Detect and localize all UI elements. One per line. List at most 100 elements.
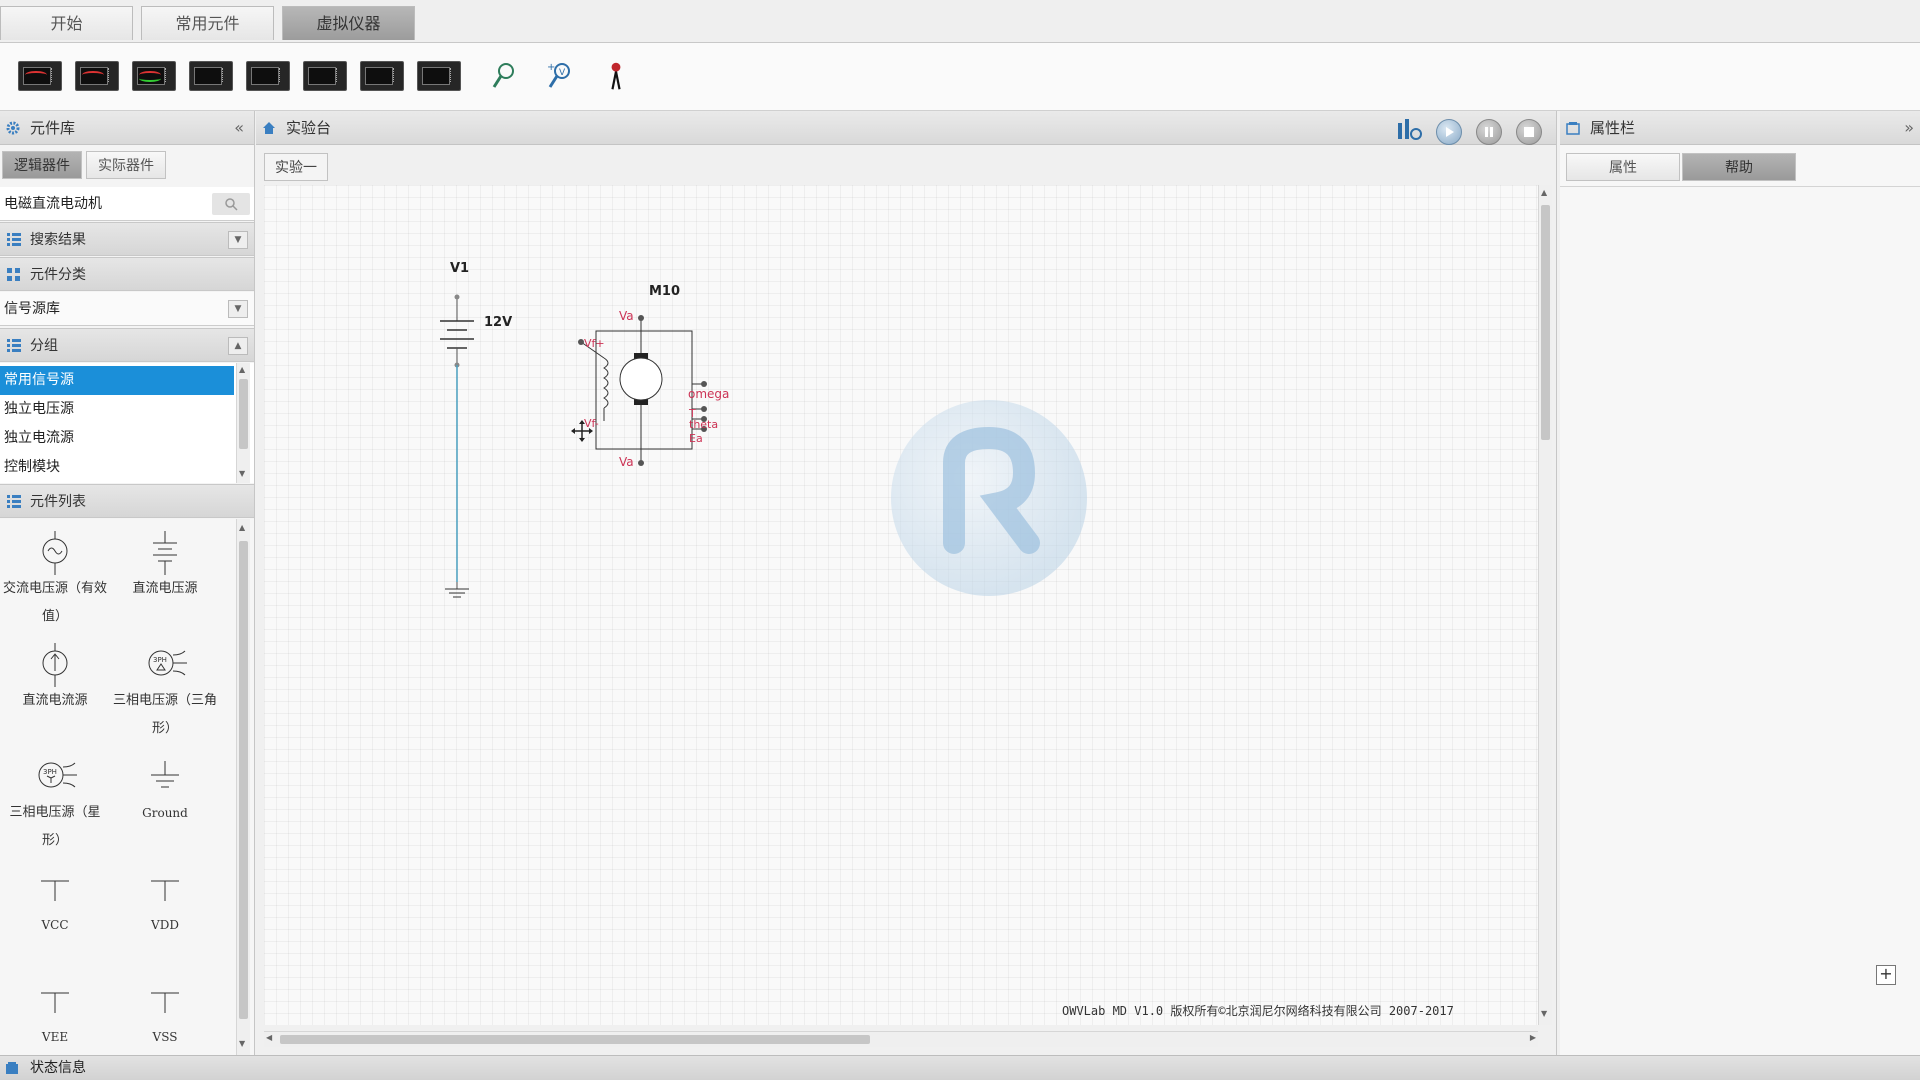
vss-icon xyxy=(151,992,179,1013)
oscilloscope-icon[interactable] xyxy=(18,61,62,91)
component-vcc[interactable]: VCC xyxy=(0,867,110,939)
list-icon xyxy=(7,339,21,352)
circuit-canvas[interactable]: V1 12V M10 Va Va Vf+ Vf- omega T theta E… xyxy=(264,185,1538,1025)
power-supply-icon[interactable] xyxy=(246,61,290,91)
group-item[interactable]: 独立电压源 xyxy=(0,395,234,424)
ground-symbol[interactable] xyxy=(445,582,469,598)
search-results-label: 搜索结果 xyxy=(30,232,86,248)
svg-text:V: V xyxy=(559,68,566,78)
grid-icon xyxy=(7,268,21,281)
wattmeter-icon[interactable] xyxy=(360,61,404,91)
voltage-probe-icon[interactable]: V + xyxy=(538,61,582,91)
current-probe-icon[interactable] xyxy=(482,61,526,91)
tab-experiment-1[interactable]: 实验一 xyxy=(264,153,328,181)
panel-title: 元件库 xyxy=(30,119,76,137)
component-vss[interactable]: VSS xyxy=(110,979,220,1051)
component-vee[interactable]: VEE xyxy=(0,979,110,1051)
group-scrollbar[interactable]: ▲ ▼ xyxy=(236,363,250,483)
collapse-left-icon[interactable]: « xyxy=(234,111,244,145)
simulation-settings-icon[interactable] xyxy=(1396,117,1424,141)
pause-icon xyxy=(1485,127,1493,137)
chevron-down-icon[interactable]: ▼ xyxy=(228,231,248,249)
stop-icon xyxy=(1524,127,1534,137)
component-library-panel: 元件库 « 逻辑器件 实际器件 电磁直流电动机 搜索结果 ▼ 元件分类 信号源库… xyxy=(0,111,255,1055)
workbench-header: 实验台 xyxy=(256,111,1556,145)
component-dc-voltage-source[interactable]: 直流电压源 xyxy=(110,531,220,603)
search-results-header[interactable]: 搜索结果 ▼ xyxy=(0,222,254,256)
add-button[interactable]: + xyxy=(1876,965,1896,985)
pin-label-ea: Ea xyxy=(689,432,703,445)
tab-start[interactable]: 开始 xyxy=(0,6,133,40)
component-label: 直流电流源 xyxy=(22,693,88,708)
gear-icon xyxy=(6,121,20,135)
search-icon xyxy=(225,198,238,211)
properties-icon xyxy=(1566,122,1580,135)
component-scrollbar[interactable]: ▲ ▼ xyxy=(236,519,250,1055)
spectrum-analyzer-icon[interactable] xyxy=(417,61,461,91)
component-grid: 交流电压源（有效值） 直流电压源 直流电流源 3PH 三相电压源（三角形） 3P… xyxy=(0,519,254,1055)
battery-name-label: V1 xyxy=(450,261,470,276)
component-ground[interactable]: Ground xyxy=(110,755,220,827)
play-button[interactable] xyxy=(1436,119,1462,145)
component-list-header: 元件列表 xyxy=(0,484,254,518)
category-select[interactable]: 信号源库 ▼ xyxy=(0,292,254,326)
component-list-label: 元件列表 xyxy=(30,494,86,510)
vdd-icon xyxy=(151,880,179,901)
search-input[interactable]: 电磁直流电动机 xyxy=(4,187,102,221)
tab-help[interactable]: 帮助 xyxy=(1682,153,1796,181)
group-header[interactable]: 分组 ▲ xyxy=(0,328,254,362)
component-ac-voltage-source[interactable]: 交流电压源（有效值） xyxy=(0,531,110,631)
group-label: 分组 xyxy=(30,338,58,354)
tab-virtual-instruments[interactable]: 虚拟仪器 xyxy=(282,6,415,40)
stop-button[interactable] xyxy=(1516,119,1542,145)
canvas-horizontal-scrollbar[interactable]: ◀ ▶ xyxy=(264,1031,1538,1047)
tab-properties[interactable]: 属性 xyxy=(1566,153,1680,181)
logic-analyzer-icon[interactable] xyxy=(132,61,176,91)
vcc-icon xyxy=(41,880,69,901)
copyright-footer: OWVLab MD V1.0 版权所有©北京润尼尔网络科技有限公司 2007-2… xyxy=(1062,1004,1454,1018)
group-item[interactable]: 控制模块 xyxy=(0,453,234,482)
list-icon xyxy=(7,495,21,508)
group-item[interactable]: 独立电流源 xyxy=(0,424,234,453)
svg-text:3PH: 3PH xyxy=(43,768,57,776)
tab-real-devices[interactable]: 实际器件 xyxy=(86,151,166,179)
properties-panel: 属性栏 » 属性 帮助 xyxy=(1560,111,1920,1055)
pause-button[interactable] xyxy=(1476,119,1502,145)
collapse-right-icon[interactable]: » xyxy=(1904,111,1914,145)
top-tab-bar: 开始 常用元件 虚拟仪器 xyxy=(0,0,1920,43)
panel-title: 实验台 xyxy=(286,119,332,137)
tab-logic-devices[interactable]: 逻辑器件 xyxy=(2,151,82,179)
component-three-phase-delta[interactable]: 3PH 三相电压源（三角形） xyxy=(110,643,220,743)
workbench-panel: 实验台 实验一 V1 12V M10 Va Va Vf+ Vf- omega T… xyxy=(256,111,1557,1055)
differential-probe-icon[interactable] xyxy=(594,61,638,91)
component-label: 三相电压源（三角形） xyxy=(112,693,217,736)
circuit-diagram xyxy=(440,294,707,598)
status-label: 状态信息 xyxy=(30,1060,86,1076)
chevron-up-icon[interactable]: ▲ xyxy=(228,337,248,355)
canvas-vertical-scrollbar[interactable]: ▲ ▼ xyxy=(1538,185,1552,1025)
status-icon xyxy=(6,1062,18,1074)
category-header: 元件分类 xyxy=(0,257,254,291)
component-three-phase-star[interactable]: 3PH 三相电压源（星形） xyxy=(0,755,110,855)
search-field[interactable]: 电磁直流电动机 xyxy=(0,187,254,221)
tab-common-components[interactable]: 常用元件 xyxy=(141,6,274,40)
component-dc-current-source[interactable]: 直流电流源 xyxy=(0,643,110,715)
component-label: 直流电压源 xyxy=(132,581,198,596)
dc-current-source-icon xyxy=(42,643,68,687)
home-icon xyxy=(263,122,275,134)
category-value: 信号源库 xyxy=(4,301,60,317)
component-vdd[interactable]: VDD xyxy=(110,867,220,939)
battery-v1[interactable] xyxy=(440,294,474,368)
group-item[interactable]: 常用信号源 xyxy=(0,366,234,395)
search-button[interactable] xyxy=(212,193,250,215)
battery-value-label: 12V xyxy=(484,315,513,330)
multimeter-icon[interactable] xyxy=(189,61,233,91)
motor-name-label: M10 xyxy=(649,284,681,299)
svg-text:+: + xyxy=(547,62,555,73)
component-label: 交流电压源（有效值） xyxy=(2,581,107,624)
function-generator-icon[interactable] xyxy=(75,61,119,91)
frequency-counter-icon[interactable] xyxy=(303,61,347,91)
chevron-down-icon[interactable]: ▼ xyxy=(228,300,248,318)
three-phase-star-icon: 3PH xyxy=(38,762,77,788)
component-label: VEE xyxy=(41,1030,69,1044)
